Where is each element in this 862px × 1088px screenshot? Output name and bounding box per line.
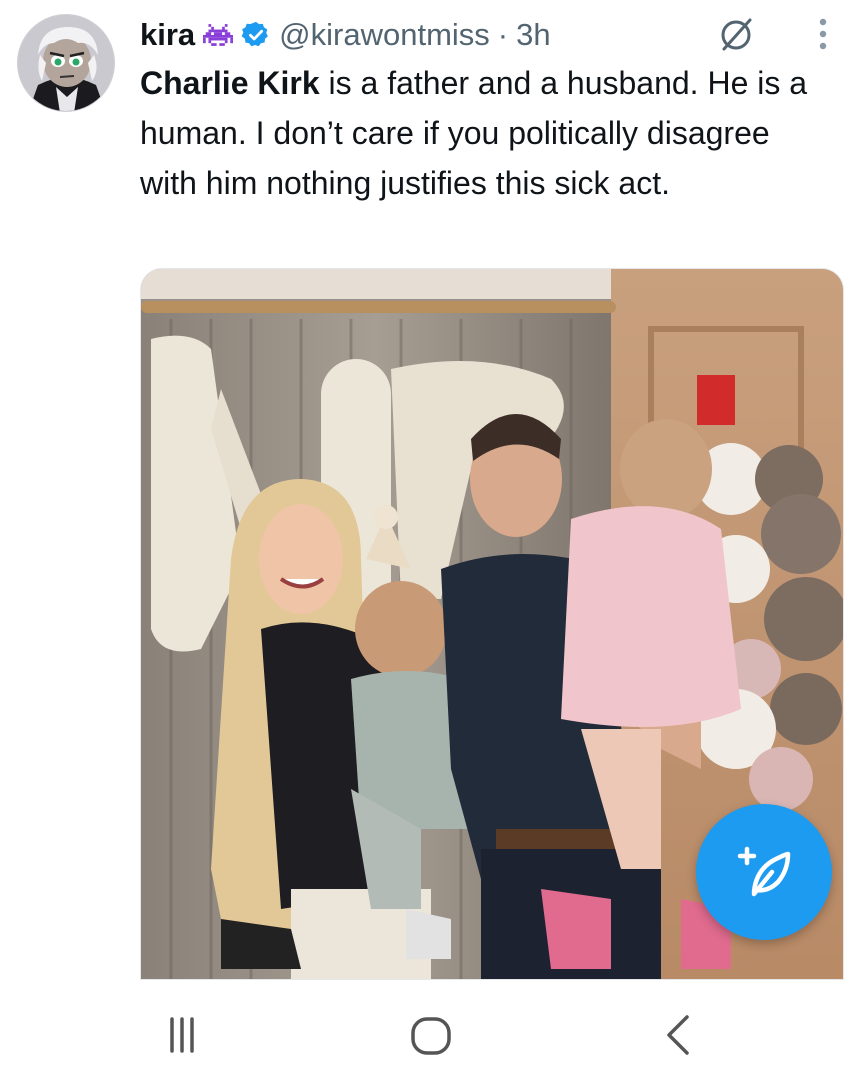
space-invader-icon: [203, 20, 234, 50]
separator-dot: ·: [497, 17, 509, 52]
home-button[interactable]: [396, 1000, 466, 1070]
back-button[interactable]: [644, 1000, 714, 1070]
grok-icon[interactable]: [716, 14, 756, 54]
verified-badge-icon[interactable]: [241, 20, 271, 50]
avatar-image: [18, 15, 114, 111]
tweet-header: kira @kirawontmiss · 3h: [140, 10, 551, 60]
timestamp[interactable]: 3h: [516, 17, 550, 53]
tweet-text: Charlie Kirk is a father and a husband. …: [140, 58, 830, 208]
avatar[interactable]: [17, 14, 115, 112]
compose-post-button[interactable]: [696, 804, 832, 940]
system-navigation-bar: [0, 980, 862, 1088]
mention-name[interactable]: Charlie Kirk: [140, 65, 320, 101]
back-icon: [667, 1015, 689, 1055]
recent-apps-button[interactable]: [147, 1000, 217, 1070]
home-icon: [411, 1017, 451, 1055]
display-name[interactable]: kira: [140, 17, 195, 53]
tweet-screen: kira @kirawontmiss · 3h Charlie Kirk is …: [0, 0, 862, 1088]
compose-post-icon: [737, 846, 791, 897]
handle[interactable]: @kirawontmiss: [279, 17, 490, 53]
more-vertical-icon[interactable]: [808, 14, 838, 54]
recent-apps-icon: [170, 1017, 194, 1053]
